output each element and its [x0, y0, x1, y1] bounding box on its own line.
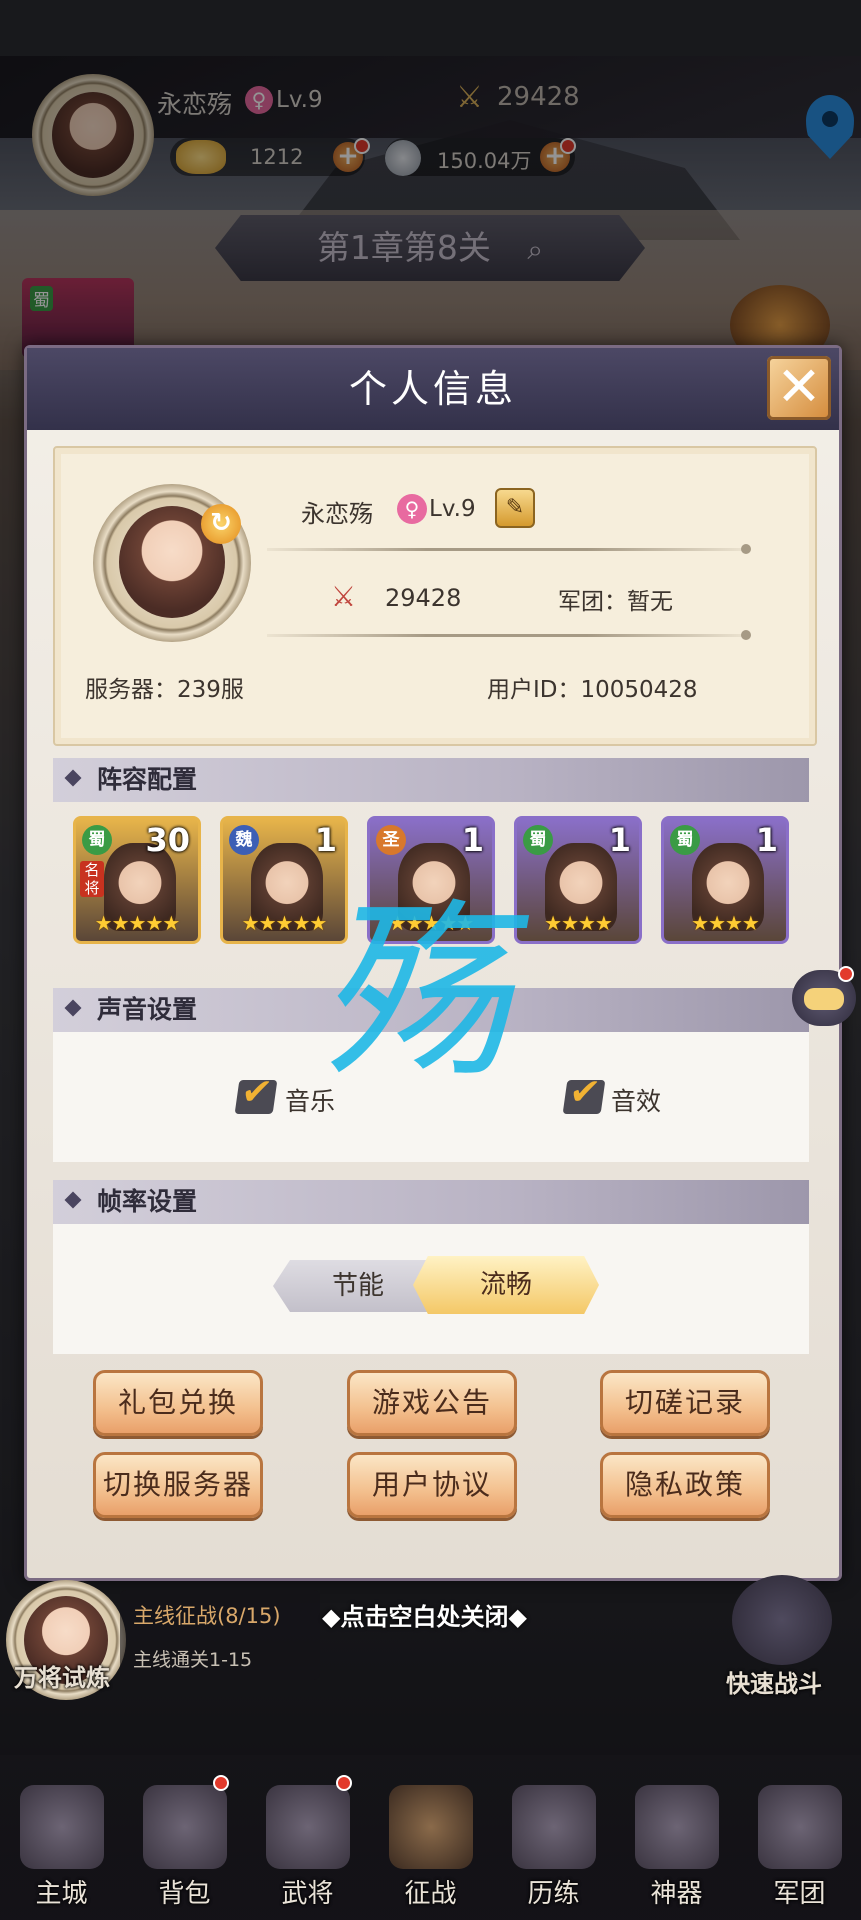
- profile-legion: 军团：暂无: [558, 589, 673, 615]
- duel-record-button[interactable]: 切磋记录: [600, 1370, 770, 1436]
- switch-server-button[interactable]: 切换服务器: [93, 1452, 263, 1518]
- bottom-nav: 主城 背包 武将 征战 历练 神器 军团: [0, 1755, 861, 1920]
- quick-battle-label[interactable]: 快速战斗: [726, 1664, 822, 1699]
- section-diamond-icon: [64, 1191, 82, 1209]
- divider: [267, 548, 747, 551]
- privacy-policy-button[interactable]: 隐私政策: [600, 1452, 770, 1518]
- profile-power: 29428: [385, 584, 462, 612]
- divider-dot: [741, 544, 751, 554]
- hero-card[interactable]: 蜀 1 ★★★★: [661, 816, 789, 944]
- famous-general-tag: 名将: [80, 861, 104, 897]
- scroll-icon: [512, 1785, 596, 1869]
- nav-training[interactable]: 历练: [492, 1755, 615, 1920]
- hero-level: 1: [755, 821, 778, 859]
- nav-legion[interactable]: 军团: [738, 1755, 861, 1920]
- faction-badge: 蜀: [82, 825, 112, 855]
- sfx-checkbox[interactable]: ✔: [562, 1072, 606, 1114]
- nav-label: 主城: [35, 1879, 88, 1909]
- section-diamond-icon: [64, 769, 82, 787]
- helmet-icon: [266, 1785, 350, 1869]
- notification-dot: [213, 1775, 229, 1791]
- quest-title: 主线征战(8/15): [133, 1604, 281, 1628]
- chat-icon[interactable]: [792, 966, 856, 1026]
- framerate-section-bar: 帧率设置: [53, 1180, 809, 1224]
- profile-avatar-frame[interactable]: ↻: [93, 484, 251, 642]
- notification-dot: [336, 1775, 352, 1791]
- nav-main-city[interactable]: 主城: [0, 1755, 123, 1920]
- sound-title: 声音设置: [97, 995, 198, 1024]
- lineup-section-bar: 阵容配置: [53, 758, 809, 802]
- hero-level: 30: [145, 821, 190, 859]
- campaign-swords-icon: [389, 1785, 473, 1869]
- nav-label: 武将: [281, 1879, 334, 1909]
- hero-card[interactable]: 蜀 30 名将 ★★★★★: [73, 816, 201, 944]
- crossed-swords-icon: ⚔: [331, 580, 357, 613]
- section-diamond-icon: [64, 999, 82, 1017]
- tap-to-close-hint: ◆点击空白处关闭◆: [322, 1603, 527, 1631]
- nav-generals[interactable]: 武将: [246, 1755, 369, 1920]
- profile-name: 永恋殇: [301, 500, 373, 528]
- framerate-title: 帧率设置: [97, 1187, 198, 1216]
- divider: [267, 634, 747, 637]
- sfx-label: 音效: [611, 1087, 662, 1116]
- diamond-icon: ◆: [508, 1603, 527, 1631]
- faction-badge: 蜀: [670, 825, 700, 855]
- gift-redeem-button[interactable]: 礼包兑换: [93, 1370, 263, 1436]
- user-id: 用户ID：10050428: [487, 677, 698, 703]
- nav-label: 神器: [650, 1879, 703, 1909]
- user-agreement-button[interactable]: 用户协议: [347, 1452, 517, 1518]
- female-icon: ♀: [397, 494, 427, 524]
- refresh-avatar-icon[interactable]: ↻: [201, 504, 241, 544]
- trial-label[interactable]: 万将试炼: [14, 1658, 110, 1693]
- nav-label: 军团: [773, 1879, 826, 1909]
- music-checkbox[interactable]: ✔: [234, 1072, 278, 1114]
- hero-card[interactable]: 魏 1 ★★★★★: [220, 816, 348, 944]
- hero-stars: ★★★★★: [241, 911, 328, 935]
- quest-subtitle: 主线通关1-15: [133, 1649, 253, 1671]
- faction-badge: 魏: [229, 825, 259, 855]
- nav-bag[interactable]: 背包: [123, 1755, 246, 1920]
- checkmark-icon: ✔: [238, 1072, 275, 1113]
- hero-level: 1: [608, 821, 631, 859]
- nav-label: 背包: [158, 1879, 211, 1909]
- lock-icon: [635, 1785, 719, 1869]
- game-notice-button[interactable]: 游戏公告: [347, 1370, 517, 1436]
- nav-label: 历练: [527, 1879, 580, 1909]
- castle-icon: [20, 1785, 104, 1869]
- server-info: 服务器：239服: [85, 677, 244, 703]
- personal-info-modal: 个人信息 ✕ ↻ 永恋殇 ♀ Lv.9 ✎ ⚔ 29428 军团：暂无 服务器：…: [24, 345, 842, 1581]
- hero-level: 1: [314, 821, 337, 859]
- profile-card: ↻ 永恋殇 ♀ Lv.9 ✎ ⚔ 29428 军团：暂无 服务器：239服 用户…: [53, 446, 817, 746]
- modal-title: 个人信息: [348, 367, 517, 411]
- nav-campaign[interactable]: 征战: [369, 1755, 492, 1920]
- notification-dot: [838, 966, 854, 982]
- lock-icon: [758, 1785, 842, 1869]
- nav-artifact[interactable]: 神器: [615, 1755, 738, 1920]
- framerate-option-smooth[interactable]: 流畅: [413, 1256, 599, 1314]
- quick-battle-icon[interactable]: [732, 1575, 832, 1665]
- checkmark-icon: ✔: [566, 1072, 603, 1113]
- edit-name-button[interactable]: ✎: [495, 488, 535, 528]
- modal-header: 个人信息: [27, 348, 839, 430]
- close-button[interactable]: ✕: [767, 356, 831, 420]
- diamond-icon: ◆: [322, 1603, 341, 1631]
- bag-icon: [143, 1785, 227, 1869]
- lineup-title: 阵容配置: [97, 765, 198, 794]
- hero-stars: ★★★★: [691, 911, 760, 935]
- profile-level: Lv.9: [429, 496, 476, 522]
- hero-stars: ★★★★★: [94, 911, 181, 935]
- divider-dot: [741, 630, 751, 640]
- nav-label: 征战: [404, 1879, 457, 1909]
